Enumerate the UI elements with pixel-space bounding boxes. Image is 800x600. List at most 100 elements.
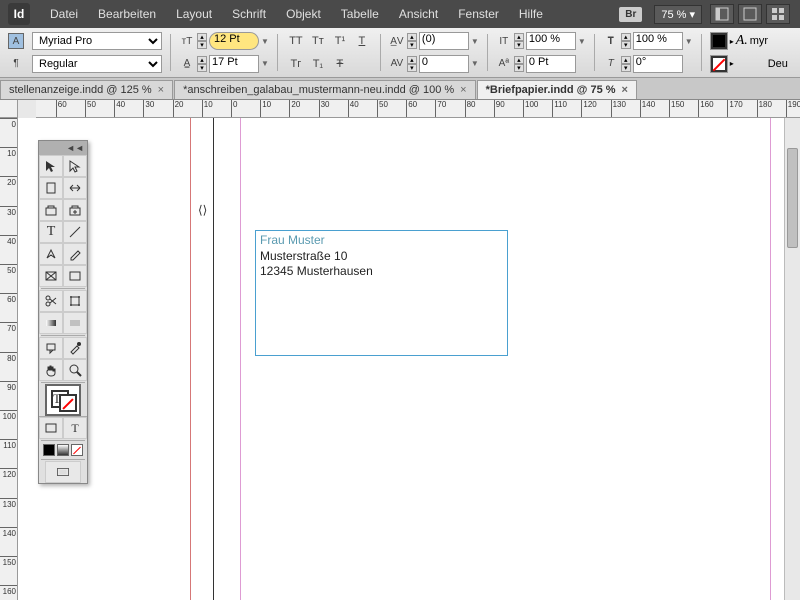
- leading-icon: A͇: [179, 56, 195, 72]
- strikethrough-button[interactable]: T₁: [308, 58, 328, 70]
- vscale-icon: IT: [496, 33, 512, 49]
- page-edge: [213, 118, 214, 600]
- content-placer-tool[interactable]: [63, 199, 87, 221]
- fill-stroke-toggle[interactable]: T: [45, 384, 81, 416]
- note-tool[interactable]: [39, 337, 63, 359]
- rectangle-tool[interactable]: [63, 265, 87, 287]
- para-mode-icon[interactable]: ¶: [8, 56, 24, 72]
- doc-tab-0[interactable]: stellenanzeige.indd @ 125 %×: [0, 80, 173, 99]
- eyedropper-tool[interactable]: [63, 337, 87, 359]
- underline-button[interactable]: T: [352, 35, 372, 47]
- close-icon[interactable]: ×: [158, 84, 164, 96]
- leading-input[interactable]: 17 Pt: [209, 55, 259, 73]
- dropdown-arrow-icon[interactable]: ▼: [471, 37, 479, 46]
- selection-tool[interactable]: [39, 155, 63, 177]
- vscale-input[interactable]: 100 %: [526, 32, 576, 50]
- menu-hilfe[interactable]: Hilfe: [509, 7, 553, 21]
- dropdown-arrow-icon[interactable]: ▼: [578, 37, 586, 46]
- fill-swatch[interactable]: [710, 32, 728, 50]
- dropdown-arrow-icon[interactable]: ▸: [730, 59, 734, 68]
- vertical-scrollbar[interactable]: [784, 118, 800, 600]
- document-canvas[interactable]: ⟨⟩ Frau Muster Musterstraße 10 12345 Mus…: [18, 118, 800, 600]
- stroke-swatch[interactable]: [710, 55, 728, 73]
- vscale-stepper[interactable]: ▴▾: [514, 33, 524, 49]
- formatting-container-button[interactable]: [39, 417, 63, 439]
- menu-schrift[interactable]: Schrift: [222, 7, 276, 21]
- content-collector-tool[interactable]: [39, 199, 63, 221]
- hscale-input[interactable]: 100 %: [633, 32, 683, 50]
- panel-collapse-button[interactable]: ◄◄: [39, 141, 87, 155]
- doc-tab-1[interactable]: *anschreiben_galabau_mustermann-neu.indd…: [174, 80, 476, 99]
- hand-tool[interactable]: [39, 359, 63, 381]
- type-tool[interactable]: T: [39, 221, 63, 243]
- char-mode-icon[interactable]: A: [8, 33, 24, 49]
- bridge-button[interactable]: Br: [619, 7, 642, 22]
- kerning-input[interactable]: (0): [419, 32, 469, 50]
- tracking-input[interactable]: 0: [419, 55, 469, 73]
- pen-tool[interactable]: [39, 243, 63, 265]
- hscale-stepper[interactable]: ▴▾: [621, 33, 631, 49]
- char-style-icon[interactable]: A.: [736, 33, 748, 49]
- menu-tabelle[interactable]: Tabelle: [331, 7, 389, 21]
- vertical-ruler[interactable]: 0102030405060708090100110120130140150160…: [0, 118, 18, 600]
- font-family-dropdown[interactable]: Myriad Pro: [32, 32, 162, 50]
- allcaps-button[interactable]: TT: [286, 35, 306, 47]
- menu-ansicht[interactable]: Ansicht: [389, 7, 448, 21]
- leading-stepper[interactable]: ▴▾: [197, 56, 207, 72]
- smallcaps-button[interactable]: Tᴛ: [308, 35, 328, 47]
- close-icon[interactable]: ×: [622, 84, 628, 96]
- font-style-dropdown[interactable]: Regular: [32, 55, 162, 73]
- screen-mode-button[interactable]: [738, 4, 762, 24]
- gradient-feather-tool[interactable]: [63, 312, 87, 334]
- apply-none-button[interactable]: [71, 444, 83, 456]
- zoom-dropdown[interactable]: 75 % ▾: [654, 5, 702, 24]
- view-mode-toggle[interactable]: [45, 461, 81, 483]
- ligature-button[interactable]: Ŧ: [330, 58, 350, 70]
- superscript-button[interactable]: T¹: [330, 35, 350, 47]
- gradient-swatch-tool[interactable]: [39, 312, 63, 334]
- formatting-text-button[interactable]: T: [63, 417, 87, 439]
- free-transform-tool[interactable]: [63, 290, 87, 312]
- menu-objekt[interactable]: Objekt: [276, 7, 331, 21]
- margin-guide-left: [240, 118, 241, 600]
- close-icon[interactable]: ×: [460, 84, 466, 96]
- baseline-input[interactable]: 0 Pt: [526, 55, 576, 73]
- size-stepper[interactable]: ▴▾: [197, 33, 207, 49]
- subscript-button[interactable]: Tг: [286, 58, 306, 70]
- dropdown-arrow-icon[interactable]: ▼: [261, 37, 269, 46]
- menu-layout[interactable]: Layout: [166, 7, 222, 21]
- document-tabs: stellenanzeige.indd @ 125 %× *anschreibe…: [0, 78, 800, 100]
- control-bar: A ¶ Myriad Pro Regular тT ▴▾ 12 Pt ▼ A͇ …: [0, 28, 800, 78]
- skew-stepper[interactable]: ▴▾: [621, 56, 631, 72]
- apply-gradient-button[interactable]: [57, 444, 69, 456]
- rectangle-frame-tool[interactable]: [39, 265, 63, 287]
- apply-color-button[interactable]: [43, 444, 55, 456]
- dropdown-arrow-icon[interactable]: ▼: [685, 37, 693, 46]
- margin-guide-right: [770, 118, 771, 600]
- horizontal-ruler[interactable]: 6050403020100102030405060708090100110120…: [36, 100, 800, 118]
- menu-datei[interactable]: Datei: [40, 7, 88, 21]
- ruler-origin[interactable]: [0, 100, 18, 118]
- zoom-tool[interactable]: [63, 359, 87, 381]
- view-mode-button[interactable]: [710, 4, 734, 24]
- menu-bearbeiten[interactable]: Bearbeiten: [88, 7, 166, 21]
- dropdown-arrow-icon[interactable]: ▸: [730, 37, 734, 46]
- doc-tab-2[interactable]: *Briefpapier.indd @ 75 %×: [477, 80, 637, 99]
- gap-tool[interactable]: [63, 177, 87, 199]
- menu-fenster[interactable]: Fenster: [448, 7, 509, 21]
- kerning-stepper[interactable]: ▴▾: [407, 33, 417, 49]
- font-size-input[interactable]: 12 Pt: [209, 32, 259, 50]
- scissors-tool[interactable]: [39, 290, 63, 312]
- dropdown-arrow-icon[interactable]: ▼: [471, 59, 479, 68]
- scrollbar-thumb[interactable]: [787, 148, 798, 248]
- baseline-stepper[interactable]: ▴▾: [514, 56, 524, 72]
- pencil-tool[interactable]: [63, 243, 87, 265]
- dropdown-arrow-icon[interactable]: ▼: [261, 59, 269, 68]
- direct-selection-tool[interactable]: [63, 155, 87, 177]
- arrange-button[interactable]: [766, 4, 790, 24]
- address-text-frame[interactable]: Frau Muster Musterstraße 10 12345 Muster…: [255, 230, 508, 356]
- page-tool[interactable]: [39, 177, 63, 199]
- tracking-stepper[interactable]: ▴▾: [407, 56, 417, 72]
- line-tool[interactable]: [63, 221, 87, 243]
- skew-input[interactable]: 0°: [633, 55, 683, 73]
